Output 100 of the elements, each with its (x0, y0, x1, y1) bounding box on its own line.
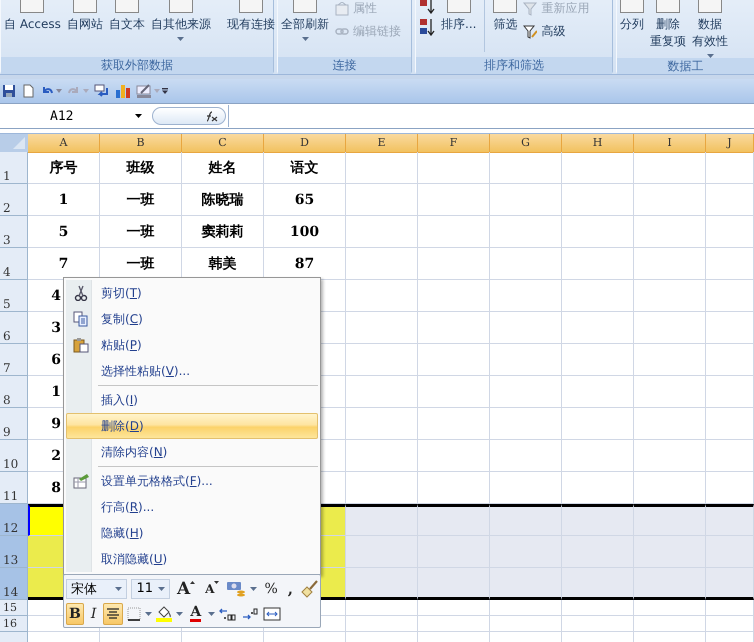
italic-button[interactable]: I (88, 602, 100, 624)
ribbon-button[interactable]: 自网站 (66, 0, 103, 33)
table-cell (562, 376, 634, 408)
table-cell (562, 312, 634, 344)
table-cell (490, 616, 562, 632)
money-icon[interactable] (226, 580, 246, 596)
ribbon-button[interactable]: 自文本 (108, 0, 145, 33)
table-cell (346, 440, 418, 472)
column-header[interactable]: B (100, 134, 182, 153)
table-cell (562, 440, 634, 472)
row-header[interactable]: 13 (0, 536, 28, 568)
ribbon-button[interactable]: 全部刷新 (281, 0, 329, 41)
ribbon-button[interactable]: 排序... (441, 0, 476, 33)
decrease-decimal-icon[interactable] (241, 606, 260, 620)
comma-button[interactable]: , (284, 578, 296, 600)
row-header[interactable]: 10 (0, 440, 28, 472)
column-header[interactable]: C (182, 134, 264, 153)
caret-icon[interactable] (135, 114, 142, 118)
table-cell: 5 (28, 216, 100, 248)
row-header[interactable]: 7 (0, 344, 28, 376)
menu-item[interactable]: 删除(D) (66, 413, 318, 439)
table-cell (346, 248, 418, 280)
grow-font-button[interactable]: A (174, 578, 198, 600)
insert-function-button[interactable] (152, 107, 226, 125)
row-header[interactable]: 14 (0, 568, 28, 600)
merge-cells-icon[interactable] (263, 606, 282, 620)
clipboard-icon (72, 337, 88, 353)
increase-decimal-icon[interactable] (219, 606, 238, 620)
row-header[interactable]: 1 (0, 152, 28, 184)
ribbon-button[interactable]: 筛选 (493, 0, 518, 33)
ribbon-button[interactable]: 自 Access (4, 0, 61, 33)
row-header[interactable]: 3 (0, 216, 28, 248)
comment-arrow-icon[interactable] (94, 84, 110, 98)
row-header[interactable]: 8 (0, 376, 28, 408)
column-header[interactable]: D (264, 134, 346, 153)
table-cell (490, 312, 562, 344)
row-header[interactable]: 2 (0, 184, 28, 216)
shrink-font-button[interactable]: A (202, 578, 222, 600)
pencil-icon[interactable] (136, 84, 152, 98)
table-cell (634, 504, 706, 536)
table-cell (490, 248, 562, 280)
font-name-field[interactable]: 宋体 (66, 578, 128, 598)
column-header[interactable]: F (418, 134, 490, 153)
table-cell (490, 600, 562, 616)
up-triangle-icon (190, 580, 196, 584)
column-header[interactable]: G (490, 134, 562, 153)
row-header[interactable]: 15 (0, 600, 28, 616)
border-icon[interactable] (127, 606, 142, 620)
font-color-button[interactable]: A (187, 602, 204, 624)
ribbon-button[interactable]: 自其他来源 (150, 0, 211, 41)
ribbon-button[interactable]: 现有连接 (226, 0, 275, 33)
table-cell (706, 408, 754, 440)
center-align-button[interactable] (103, 602, 124, 624)
funnel-icon (523, 2, 538, 16)
table-cell (634, 312, 706, 344)
table-cell (634, 152, 706, 184)
format-cells-icon (72, 473, 88, 489)
table-cell (346, 504, 418, 536)
sort-ascending-icon[interactable] (419, 17, 435, 37)
row-header[interactable]: 11 (0, 472, 28, 504)
menu-item[interactable]: 取消隐藏(U) (66, 546, 318, 572)
column-header[interactable]: E (346, 134, 418, 153)
percent-button[interactable]: % (261, 578, 281, 600)
row-header[interactable]: 9 (0, 408, 28, 440)
row-header[interactable]: 4 (0, 248, 28, 280)
menu-item[interactable]: 隐藏(H) (66, 520, 318, 546)
ribbon-button[interactable]: 高级 (523, 23, 590, 40)
font-size-field[interactable]: 11 (131, 578, 170, 598)
scissors-icon (72, 285, 88, 301)
column-header[interactable]: I (634, 134, 706, 153)
ribbon-button[interactable]: 删除 重复项 (650, 0, 686, 50)
bar-chart-icon[interactable] (115, 84, 131, 98)
table-cell (562, 616, 634, 632)
row-header[interactable]: 6 (0, 312, 28, 344)
row-header[interactable]: 12 (0, 504, 28, 536)
new-document-icon[interactable] (21, 84, 35, 98)
table-cell (418, 616, 490, 632)
name-box[interactable]: A12 (0, 108, 146, 124)
table-cell: 一班 (100, 184, 182, 216)
ribbon-button[interactable]: 数据 有效性 (692, 0, 728, 58)
row-header[interactable]: 16 (0, 616, 28, 632)
row-header[interactable]: 5 (0, 280, 28, 312)
down-triangle-icon (214, 580, 220, 584)
save-icon[interactable] (2, 84, 16, 98)
table-cell (418, 184, 490, 216)
bold-button[interactable]: B (66, 602, 84, 624)
table-cell (706, 152, 754, 184)
table-cell (706, 344, 754, 376)
table-cell (418, 344, 490, 376)
table-cell (418, 152, 490, 184)
table-cell (634, 344, 706, 376)
customize-caret-icon[interactable] (162, 88, 168, 94)
table-cell (490, 280, 562, 312)
sort-descending-icon[interactable] (419, 0, 435, 14)
column-header[interactable]: J (706, 134, 754, 153)
fill-color-icon[interactable] (156, 606, 172, 622)
brush-icon[interactable] (300, 580, 318, 598)
column-header[interactable]: H (562, 134, 634, 153)
column-header[interactable]: A (28, 134, 100, 153)
ribbon-button[interactable]: 分列 (620, 0, 644, 33)
